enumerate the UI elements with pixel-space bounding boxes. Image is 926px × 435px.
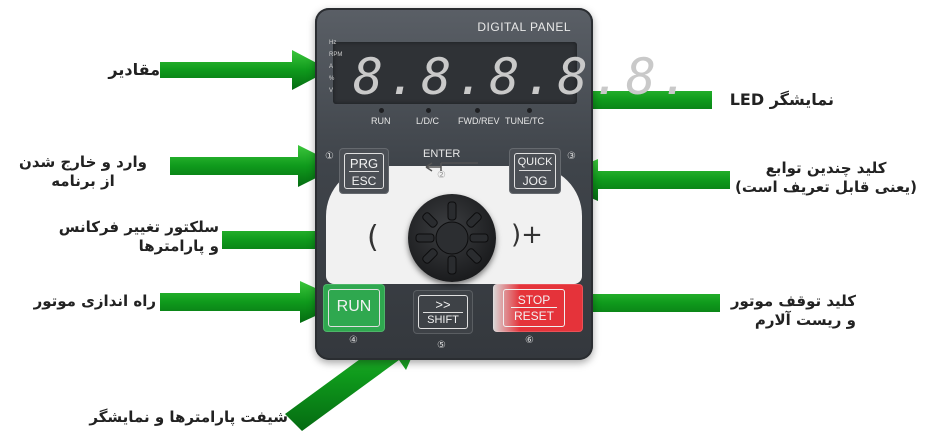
knob-grip-icon (415, 201, 489, 275)
indicator-tune: TUNE/TC (505, 116, 544, 126)
panel-brand: DIGITAL PANEL (477, 20, 571, 34)
label-led-display: نمایشگر LED (729, 90, 834, 109)
minus-symbol: ( (367, 220, 379, 255)
label-run-motor: راه اندازی موتور (33, 292, 156, 310)
enter-label: ENTER (423, 148, 461, 160)
label-selector-line2: و پارامترها (138, 237, 219, 255)
label-quick-line2: (یعنی قابل تعریف است) (735, 178, 917, 196)
stop-reset-button[interactable]: STOP RESET (493, 284, 583, 332)
indicator-ldc: L/D/C (416, 116, 440, 126)
led-digits: 8.8.8.8.8. (353, 48, 695, 106)
arrow-values (160, 50, 330, 90)
label-stop: کلید توقف موتور و ریست آلارم (731, 292, 856, 330)
reset-label: RESET (513, 309, 554, 323)
label-prg: وارد و خارج شدن از برنامه (4, 153, 162, 191)
shift-button[interactable]: >> SHIFT (413, 290, 473, 334)
enter-arrow-icon (425, 162, 478, 172)
label-prg-line1: وارد و خارج شدن (19, 153, 147, 171)
run-label: RUN (336, 298, 372, 315)
label-selector: سلکتور تغییر فرکانس و پارامترها (59, 218, 219, 256)
indicator-fwdrev: FWD/REV (458, 116, 500, 126)
label-stop-line1: کلید توقف موتور (730, 292, 856, 310)
unit-hz: Hz (329, 40, 337, 46)
diagram: DIGITAL PANEL 8.8.8.8.8. Hz RPM A % V RU… (0, 0, 926, 435)
shift-arrows-label: >> (435, 297, 451, 312)
unit-percent: % (329, 76, 335, 82)
unit-v: V (329, 88, 334, 94)
led-tune (527, 108, 532, 113)
shift-label: SHIFT (427, 314, 459, 326)
prg-label: PRG (349, 156, 379, 171)
led-ldc (426, 108, 431, 113)
led-run (379, 108, 384, 113)
led-fwdrev (475, 108, 480, 113)
run-button[interactable]: RUN (323, 284, 385, 332)
quick-jog-button[interactable]: QUICK JOG (509, 148, 561, 194)
jog-label: JOG (522, 174, 548, 188)
label-values: مقادیر (108, 60, 160, 79)
quick-label: QUICK (517, 156, 553, 168)
unit-a: A (329, 64, 334, 70)
stop-label: STOP (517, 293, 551, 307)
label-quick-line1: کلید چندین توابع (765, 159, 887, 177)
shift-number: ⑤ (437, 340, 446, 351)
stop-number: ⑥ (525, 335, 534, 346)
label-prg-line2: از برنامه (51, 172, 115, 190)
label-shift: شیفت پارامترها و نمایشگر (89, 408, 288, 426)
indicator-run: RUN (371, 116, 391, 126)
esc-label: ESC (351, 174, 377, 188)
quick-number: ③ (567, 151, 576, 162)
plus-symbol: )+ (511, 220, 543, 250)
prg-esc-button[interactable]: PRG ESC (339, 148, 389, 194)
selector-knob[interactable] (408, 194, 496, 282)
label-quick: کلید چندین توابع (یعنی قابل تعریف است) (726, 159, 926, 197)
digital-panel: DIGITAL PANEL 8.8.8.8.8. Hz RPM A % V RU… (315, 8, 690, 360)
label-selector-line1: سلکتور تغییر فرکانس (58, 218, 219, 236)
run-number: ④ (349, 335, 358, 346)
label-stop-line2: و ریست آلارم (754, 311, 856, 329)
prg-number: ① (325, 151, 334, 162)
unit-rpm: RPM (329, 52, 343, 58)
